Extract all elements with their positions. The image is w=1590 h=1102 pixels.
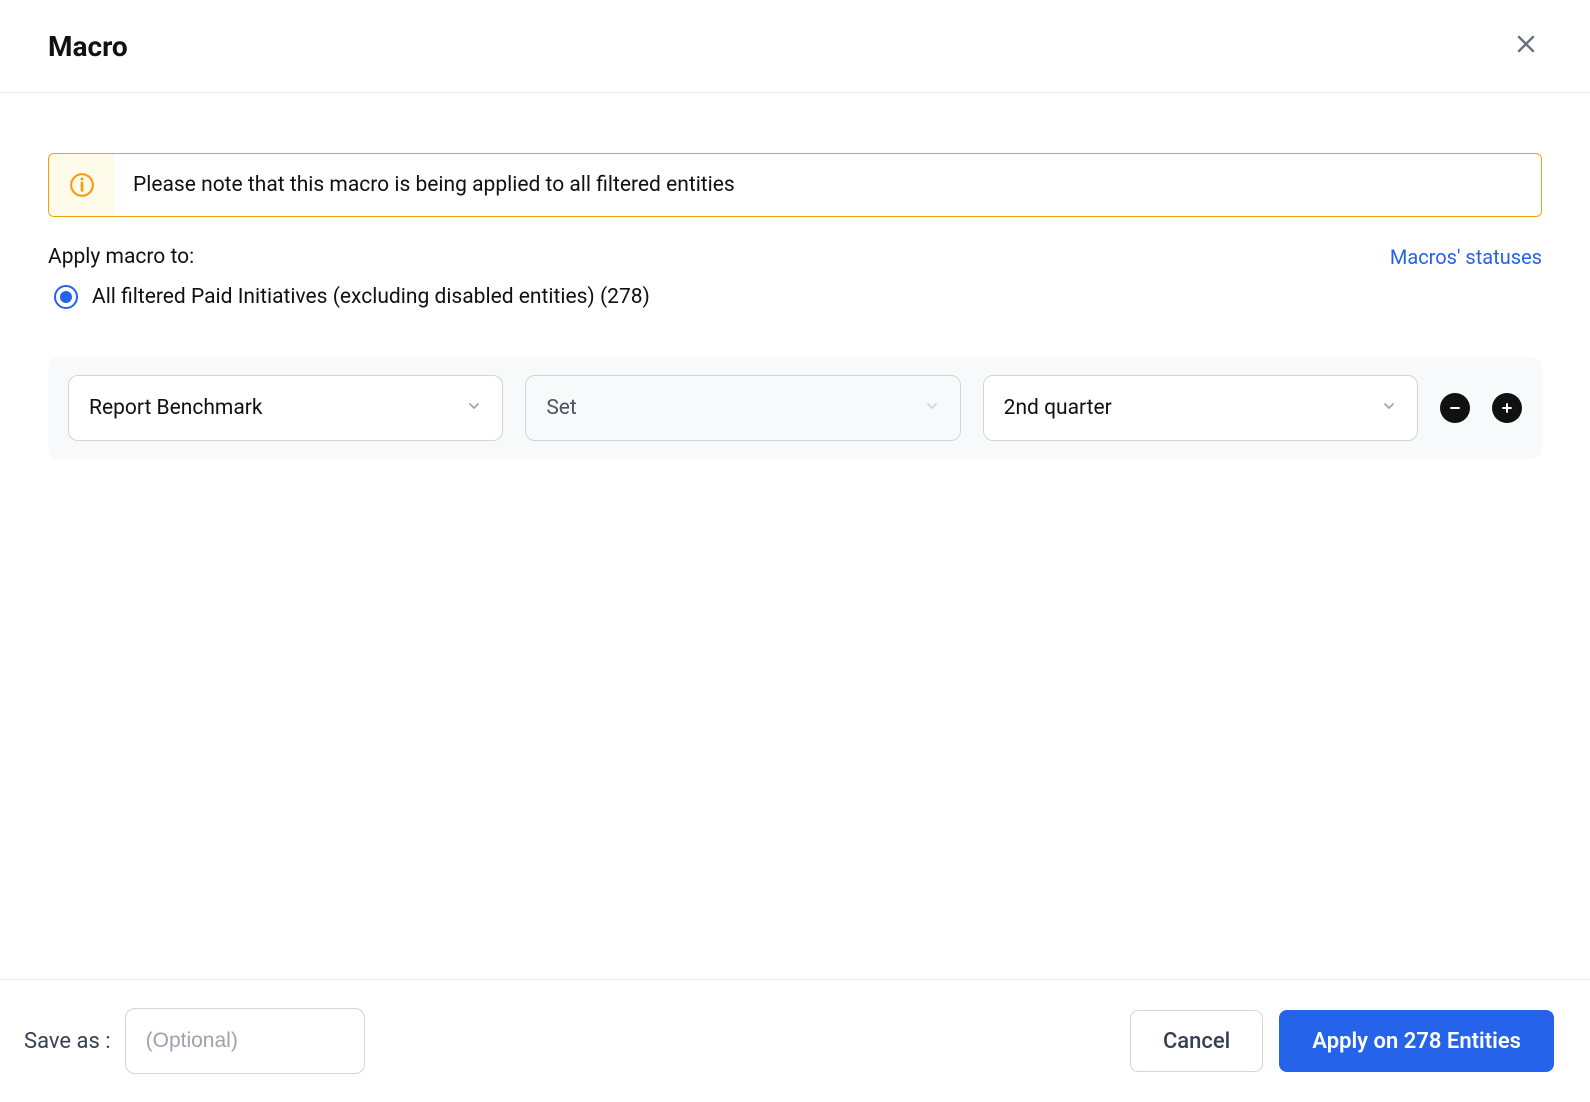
save-as-label: Save as : bbox=[24, 1029, 111, 1054]
apply-row: Apply macro to: Macros' statuses bbox=[48, 245, 1542, 269]
apply-label: Apply macro to: bbox=[48, 245, 194, 269]
close-button[interactable] bbox=[1510, 28, 1542, 64]
remove-rule-button[interactable] bbox=[1440, 393, 1470, 423]
rule-panel: Report Benchmark Set 2nd quarter bbox=[48, 357, 1542, 459]
action-select-value: Set bbox=[546, 396, 576, 420]
field-select-value: Report Benchmark bbox=[89, 396, 263, 420]
dialog-content: Please note that this macro is being app… bbox=[0, 93, 1590, 459]
warning-text: Please note that this macro is being app… bbox=[115, 155, 1541, 215]
cancel-button[interactable]: Cancel bbox=[1130, 1010, 1263, 1072]
value-select[interactable]: 2nd quarter bbox=[983, 375, 1418, 441]
plus-icon bbox=[1499, 400, 1515, 416]
action-select[interactable]: Set bbox=[525, 375, 960, 441]
macros-statuses-link[interactable]: Macros' statuses bbox=[1390, 245, 1542, 269]
warning-icon-wrap bbox=[49, 154, 115, 216]
warning-alert: Please note that this macro is being app… bbox=[48, 153, 1542, 217]
footer-right: Cancel Apply on 278 Entities bbox=[1130, 1010, 1554, 1072]
minus-icon bbox=[1447, 400, 1463, 416]
apply-button[interactable]: Apply on 278 Entities bbox=[1279, 1010, 1554, 1072]
radio-button[interactable] bbox=[54, 285, 78, 309]
radio-label[interactable]: All filtered Paid Initiatives (excluding… bbox=[92, 285, 650, 309]
chevron-down-icon bbox=[1381, 396, 1397, 420]
close-icon bbox=[1514, 32, 1538, 56]
chevron-down-icon bbox=[924, 396, 940, 420]
chevron-down-icon bbox=[466, 396, 482, 420]
dialog-title: Macro bbox=[48, 30, 128, 63]
save-as-input[interactable] bbox=[125, 1008, 365, 1074]
dialog-header: Macro bbox=[0, 0, 1590, 93]
add-rule-button[interactable] bbox=[1492, 393, 1522, 423]
dialog-footer: Save as : Cancel Apply on 278 Entities bbox=[0, 979, 1590, 1102]
footer-left: Save as : bbox=[24, 1008, 365, 1074]
value-select-value: 2nd quarter bbox=[1004, 396, 1112, 420]
apply-target-radio-row[interactable]: All filtered Paid Initiatives (excluding… bbox=[48, 285, 1542, 309]
info-icon bbox=[69, 172, 95, 198]
radio-dot-icon bbox=[60, 291, 72, 303]
field-select[interactable]: Report Benchmark bbox=[68, 375, 503, 441]
